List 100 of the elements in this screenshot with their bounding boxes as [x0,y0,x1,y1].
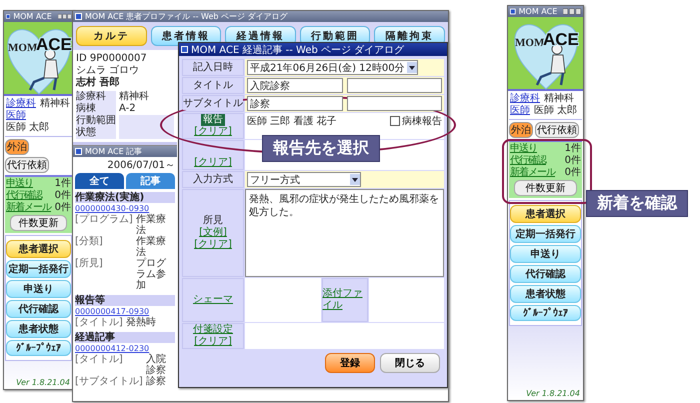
version-label: Ver 1.8.21.04 [15,377,71,389]
field-value: 精神科 [119,91,150,103]
info-value: 医師 太郎 [6,122,50,134]
clear-link[interactable]: [クリア] [194,126,232,138]
patient-id: ID 9P0000007 [76,53,148,65]
refresh-button[interactable]: 件数更新 [514,180,577,196]
tag-button[interactable]: 代行依頼 [5,157,49,173]
clear-link[interactable]: [クリア] [194,336,232,348]
record-label: [タイトル] [75,354,124,367]
menu-button[interactable]: ｸﾞﾙｰﾌﾟｳｪｱ [6,340,71,356]
checkbox-label: 病棟報告 [402,114,442,128]
info-label[interactable]: 診療科 [510,93,540,105]
info-label[interactable]: 医師 [6,110,26,122]
sticky-link[interactable]: 付箋設定 [193,324,233,336]
datetime-select[interactable]: 平成21年06月26日(金) 12時00分 [247,60,418,75]
menu-button[interactable]: 患者選択 [6,240,71,258]
patient-kana: シムラ ゴロウ [76,65,140,76]
menu-button[interactable]: 定期一括発行 [6,260,71,278]
schema-link[interactable]: シェーマ [193,294,233,306]
title-field[interactable]: 入院診察 [247,78,343,93]
record-label: [分類] [75,236,104,249]
tag-button[interactable]: 代行依頼 [535,122,579,138]
tab[interactable]: 全て [75,173,124,189]
app-icon [510,8,516,15]
clear-link[interactable]: [クリア] [194,239,232,251]
info-label[interactable]: 診療科 [6,98,36,110]
field-label: 行動範囲 [76,115,116,127]
window-title: MOM ACE 記事 [85,146,142,157]
empty-field [119,115,174,127]
menu-button[interactable]: 代行確認 [6,300,71,318]
notification-count: 1件 [564,143,581,155]
refresh-button[interactable]: 件数更新 [10,215,67,231]
field-label: サブタイトル [183,98,243,110]
window-title: MOM ACE [13,12,52,21]
info-value: 医師 太郎 [534,105,578,117]
record-link[interactable]: 0000000412-0230 [75,343,175,354]
field-label: 状態 [76,127,116,139]
field-value: A-2 [119,103,137,115]
window-controls-icon[interactable] [58,13,71,20]
record-link[interactable]: 0000000430-0930 [75,203,175,214]
findings-textarea[interactable]: 発熱、風邪の症状が発生したため風邪薬を処方した。 [245,189,444,277]
app-icon [6,13,10,20]
menu-button[interactable]: 患者選択 [510,205,581,223]
record-value: 作業療法 [136,236,167,258]
info-label[interactable]: 医師 [510,105,530,117]
tab[interactable]: カルテ [76,26,147,46]
field-label: 所見 [203,215,223,227]
notification-count: 1件 [54,178,71,190]
field-label: 入力方式 [193,174,233,186]
annotation-tooltip: 新着を確認 [586,190,688,217]
window-title: MOM ACE 経過記事 -- Web ページ ダイアログ [191,44,404,56]
app-icon [181,46,188,53]
clear-link[interactable]: [クリア] [194,157,232,169]
menu-button[interactable]: ｸﾞﾙｰﾌﾟｳｪｱ [510,305,581,321]
tab[interactable]: 記事 [126,173,175,189]
title-select[interactable] [347,78,442,93]
app-icon [75,148,82,155]
record-label: [所見] [75,258,104,271]
record-header: 作業療法(実施) [75,192,175,203]
menu-button[interactable]: 患者状態 [6,320,71,338]
report-recipients: 医師 三郎 看護 花子 [247,114,337,128]
info-value: 精神科 [40,98,70,110]
record-label: [サブタイトル] [75,376,143,387]
field-label: タイトル [193,80,233,92]
window-controls-icon[interactable] [563,8,581,15]
window-title: MOM ACE 患者プロファイル -- Web ページ ダイアログ [85,11,288,22]
record-header: 経過記事 [75,332,175,343]
tag-button[interactable]: 外泊 [509,122,533,138]
menu-button[interactable]: 患者状態 [510,285,581,303]
sample-link[interactable]: [文例] [199,227,227,239]
date-range: 2006/07/01～ [106,159,176,173]
report-link[interactable]: 報告 [201,114,225,126]
field-label: 記入日時 [193,62,233,74]
info-value: 精神科 [544,93,574,104]
patient-name: 志村 吾郎 [76,77,120,89]
dialog-button[interactable]: 登録 [325,353,375,373]
subtitle-select[interactable] [347,96,442,111]
menu-button[interactable]: 申送り [6,280,71,298]
app-icon [75,13,82,20]
menu-button[interactable]: 代行確認 [510,265,581,283]
tag-button[interactable]: 外泊 [5,139,29,155]
checkbox[interactable] [390,116,400,126]
dialog-button[interactable]: 閉じる [380,353,440,373]
record-link[interactable]: 0000000417-0930 [75,306,175,317]
record-value: 発熱時 [126,317,157,328]
field-label: 病棟 [76,103,116,115]
record-value: プログラム参加 [136,258,167,291]
menu-button[interactable]: 申送り [510,245,581,263]
empty-field [119,127,174,139]
menu-button[interactable]: 定期一括発行 [510,225,581,243]
notification-count: 0件 [564,167,581,179]
record-value: 診察 [146,376,167,387]
record-header: 報告等 [75,295,175,306]
notification-link[interactable]: 新着メール [6,202,54,214]
input-mode-select[interactable]: フリー方式 [247,172,361,187]
record-value: 作業療法 [136,214,167,236]
subtitle-field[interactable]: 診察 [247,96,343,111]
record-label: [タイトル] [75,317,123,328]
record-value: 入院診察 [146,354,167,376]
notification-count: 0件 [564,155,581,167]
